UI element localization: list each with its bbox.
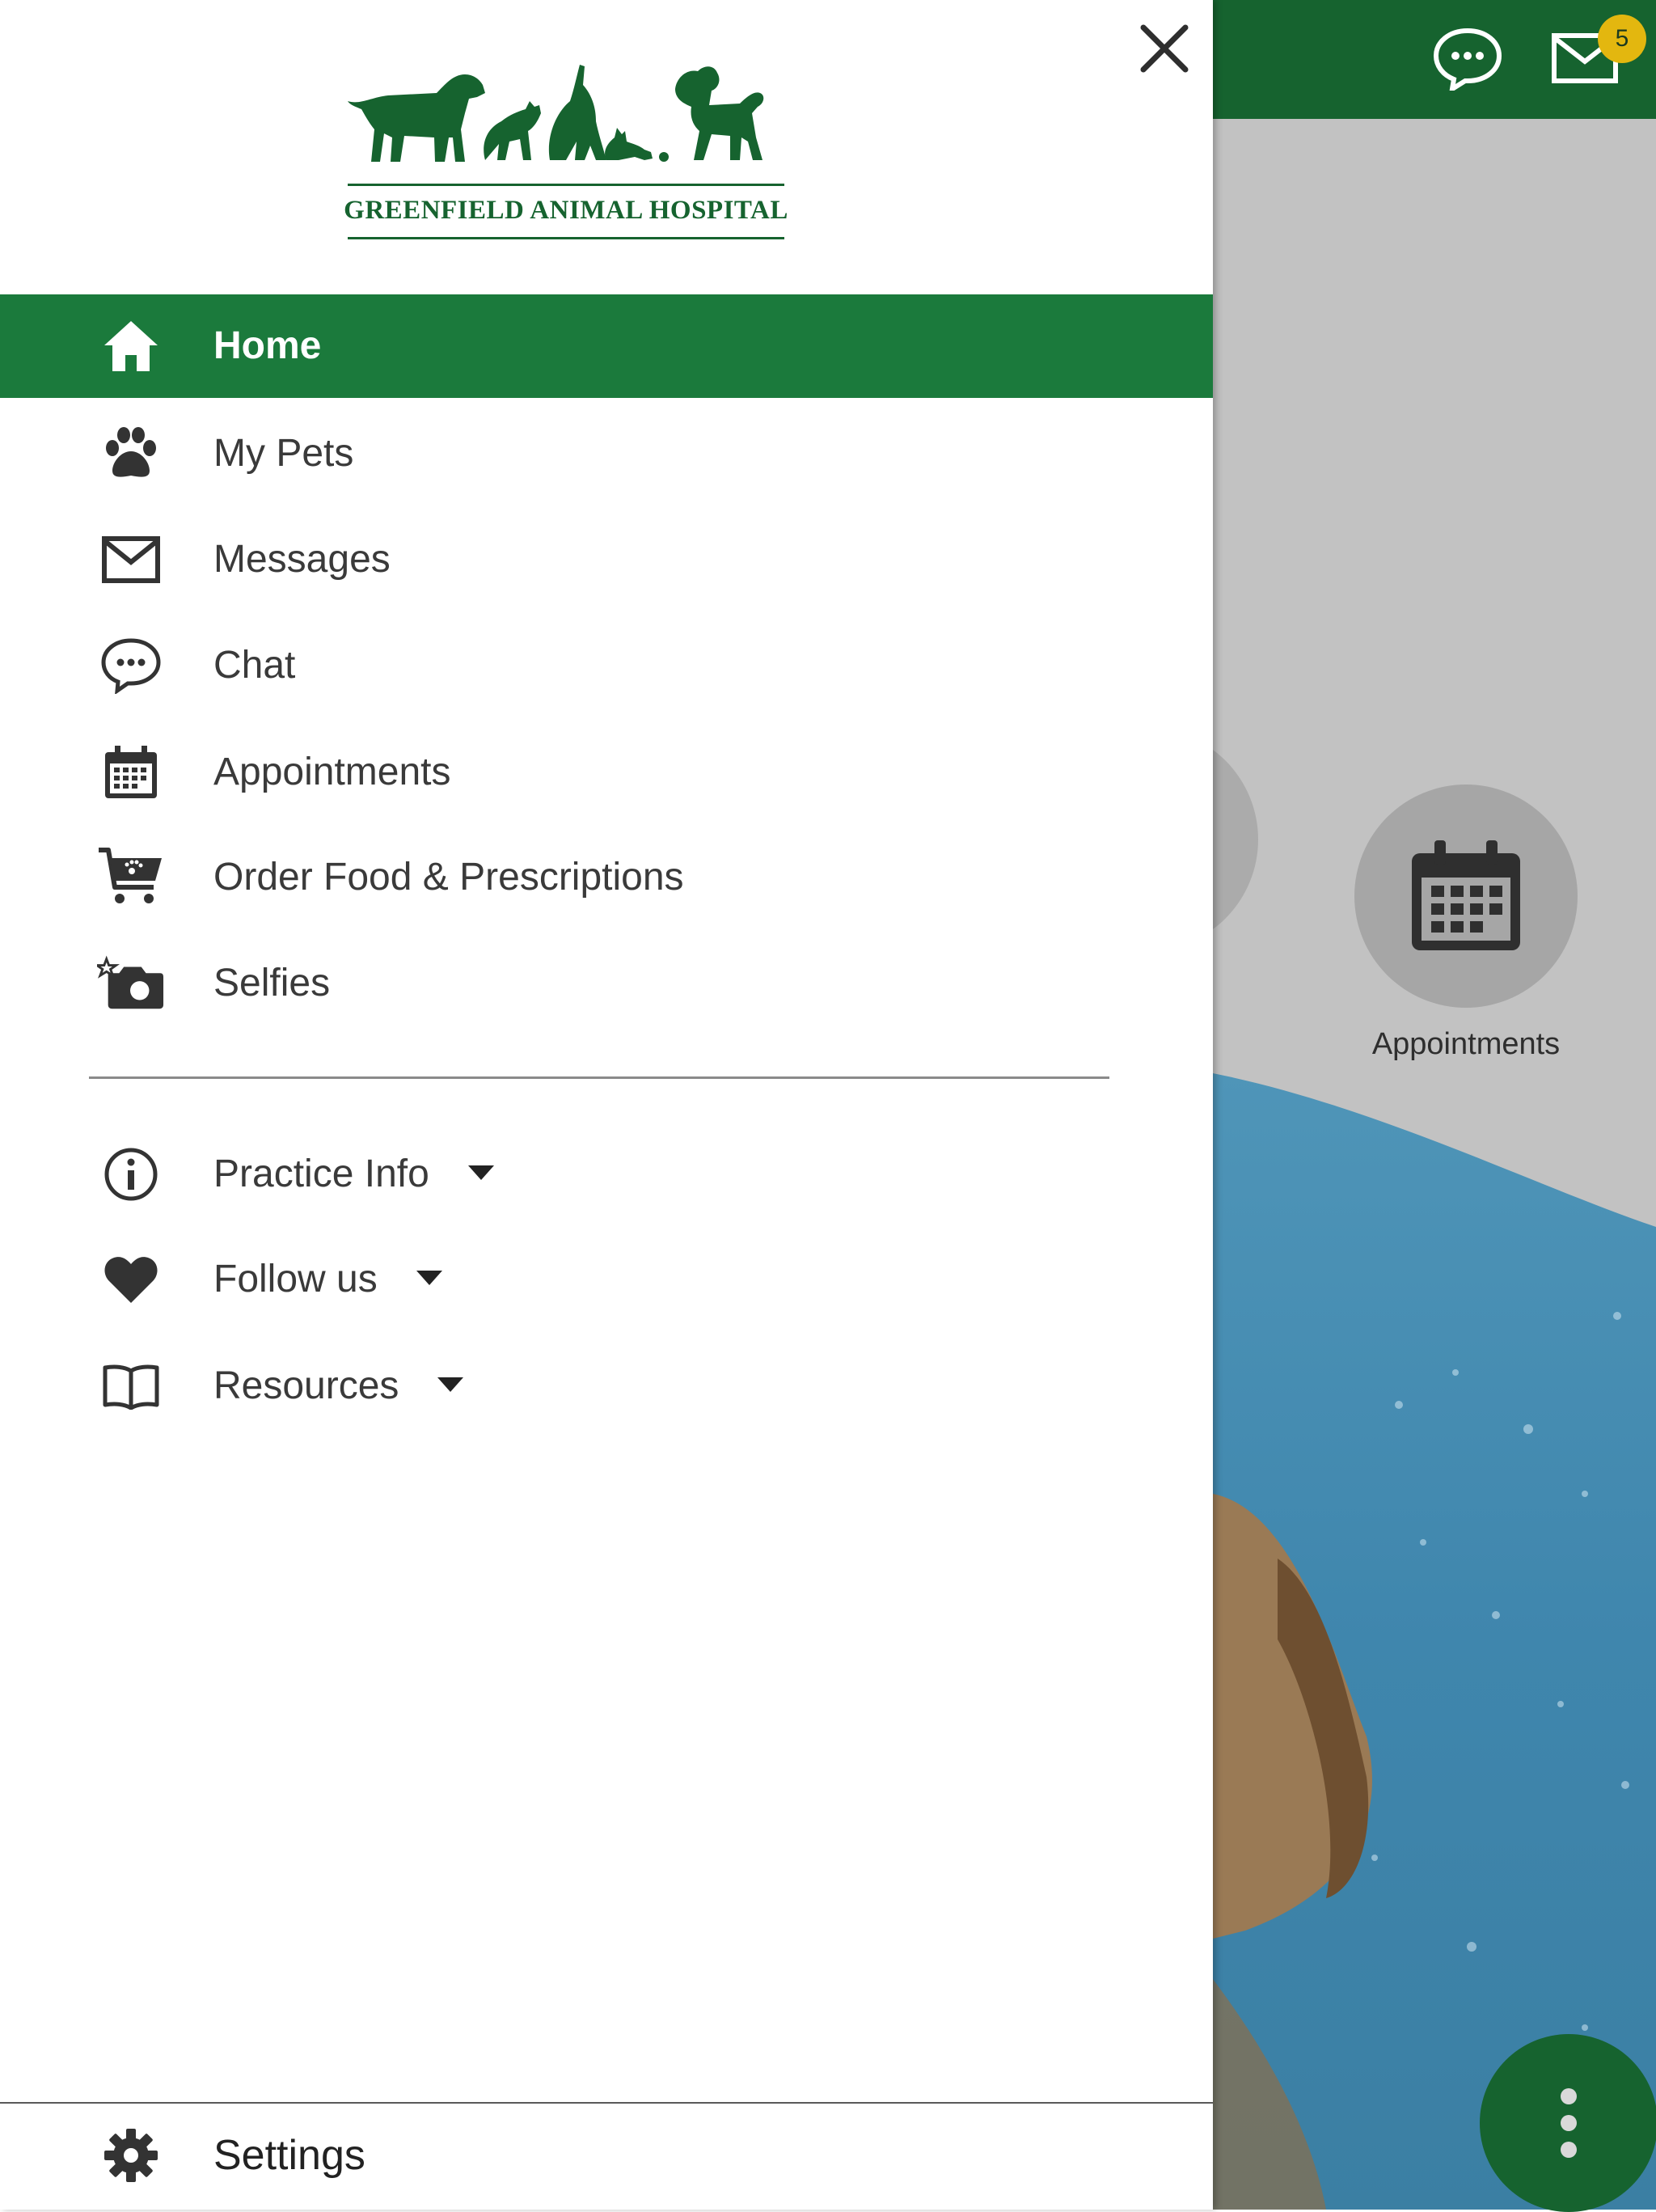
nav-item-label: Selfies	[213, 962, 331, 1004]
more-actions-button[interactable]	[1480, 2034, 1656, 2212]
more-vertical-icon	[1561, 2088, 1577, 2158]
nav-item-label: Appointments	[213, 751, 451, 793]
nav-item-chat[interactable]: Chat	[0, 614, 1213, 717]
nav-item-settings[interactable]: Settings	[0, 2104, 1213, 2207]
nav-item-label: Messages	[213, 538, 391, 581]
camera-icon	[97, 953, 165, 1014]
calendar-icon	[97, 742, 165, 803]
caret-down-icon	[467, 1165, 494, 1181]
nav-item-label: My Pets	[213, 432, 354, 475]
animals-silhouette-logo	[348, 65, 764, 162]
nav-item-follow-us[interactable]: Follow us	[0, 1228, 1213, 1331]
nav-item-label: Home	[213, 324, 322, 367]
cart-icon	[97, 847, 165, 908]
close-icon	[1140, 24, 1189, 73]
nav-item-label: Order Food & Prescriptions	[213, 856, 684, 899]
chat-icon	[97, 635, 165, 696]
paw-icon	[97, 423, 165, 484]
nav-item-resources[interactable]: Resources	[0, 1334, 1213, 1438]
close-drawer-button[interactable]	[1128, 12, 1201, 85]
mail-icon	[97, 529, 165, 590]
nav-item-label: Chat	[213, 644, 296, 687]
heart-icon	[97, 1249, 165, 1310]
menu-divider	[89, 1076, 1109, 1079]
home-icon	[97, 315, 165, 377]
nav-item-messages[interactable]: Messages	[0, 508, 1213, 611]
nav-item-label: Follow us	[213, 1228, 442, 1331]
nav-item-my-pets[interactable]: My Pets	[0, 402, 1213, 505]
logo-rule-bottom	[348, 237, 784, 239]
hospital-logo: GREENFIELD ANIMAL HOSPITAL	[344, 57, 788, 243]
nav-item-label: Settings	[213, 2132, 365, 2179]
caret-down-icon	[416, 1271, 442, 1286]
appointments-shortcut[interactable]	[1354, 785, 1578, 1008]
caret-down-icon	[437, 1377, 464, 1393]
nav-item-label: Resources	[213, 1334, 464, 1438]
navigation-drawer: GREENFIELD ANIMAL HOSPITAL Home My Pets	[0, 0, 1213, 2210]
info-icon	[97, 1144, 165, 1205]
calendar-icon	[1412, 840, 1520, 950]
logo-text: GREENFIELD ANIMAL HOSPITAL	[344, 196, 788, 225]
nav-item-home[interactable]: Home	[0, 294, 1213, 398]
appointments-shortcut-label: Appointments	[1371, 1027, 1561, 1061]
book-icon	[97, 1356, 165, 1417]
nav-item-order-food[interactable]: Order Food & Prescriptions	[0, 826, 1213, 929]
chat-icon[interactable]	[1427, 18, 1508, 99]
logo-rule-top	[348, 184, 784, 186]
nav-item-selfies[interactable]: Selfies	[0, 932, 1213, 1035]
nav-item-label: Practice Info	[213, 1123, 494, 1226]
nav-item-appointments[interactable]: Appointments	[0, 721, 1213, 824]
unread-badge: 5	[1598, 15, 1646, 63]
gear-icon	[97, 2125, 165, 2186]
nav-item-practice-info[interactable]: Practice Info	[0, 1123, 1213, 1226]
